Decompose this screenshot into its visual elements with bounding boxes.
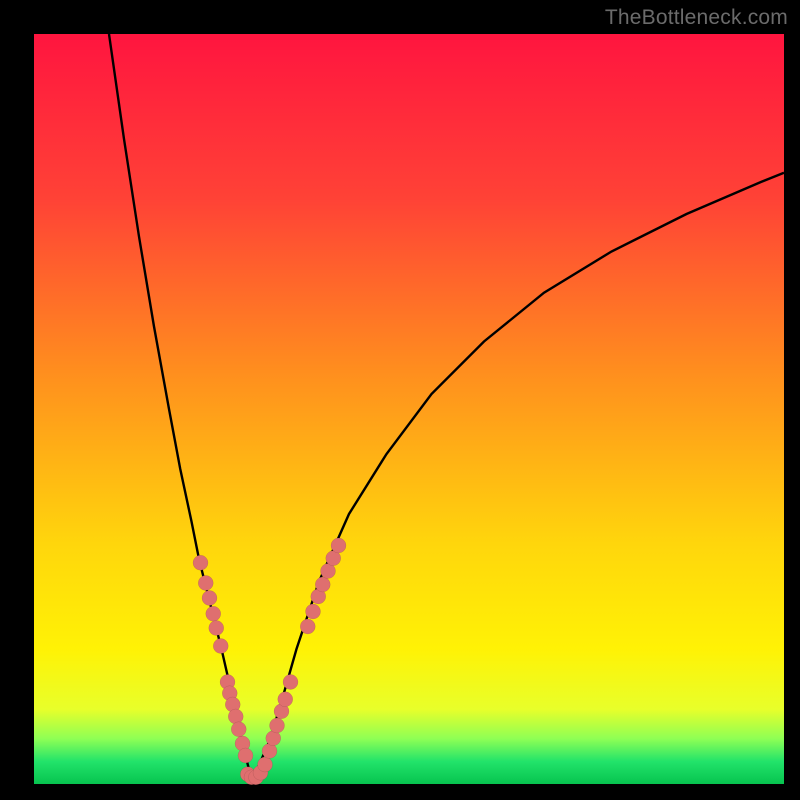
scatter-dot xyxy=(258,757,273,772)
scatter-dot xyxy=(300,619,315,634)
plot-area xyxy=(34,34,784,784)
scatter-dot xyxy=(209,621,224,636)
scatter-dot xyxy=(231,722,246,737)
curve-left-branch xyxy=(109,34,252,780)
scatter-dot xyxy=(278,692,293,707)
scatter-dot xyxy=(283,675,298,690)
scatter-dot xyxy=(315,577,330,592)
scatter-dot xyxy=(270,718,285,733)
scatter-dot xyxy=(213,639,228,654)
curve-right-branch xyxy=(252,173,785,780)
scatter-dot xyxy=(228,709,243,724)
scatter-dot xyxy=(206,606,221,621)
curve-svg xyxy=(34,34,784,784)
scatter-dot xyxy=(202,591,217,606)
scatter-dot xyxy=(331,538,346,553)
outer-frame: TheBottleneck.com xyxy=(0,0,800,800)
scatter-dot xyxy=(306,604,321,619)
watermark-text: TheBottleneck.com xyxy=(605,6,788,30)
scatter-dot xyxy=(238,748,253,763)
scatter-dots xyxy=(193,538,346,785)
scatter-dot xyxy=(193,555,208,570)
scatter-dot xyxy=(198,576,213,591)
